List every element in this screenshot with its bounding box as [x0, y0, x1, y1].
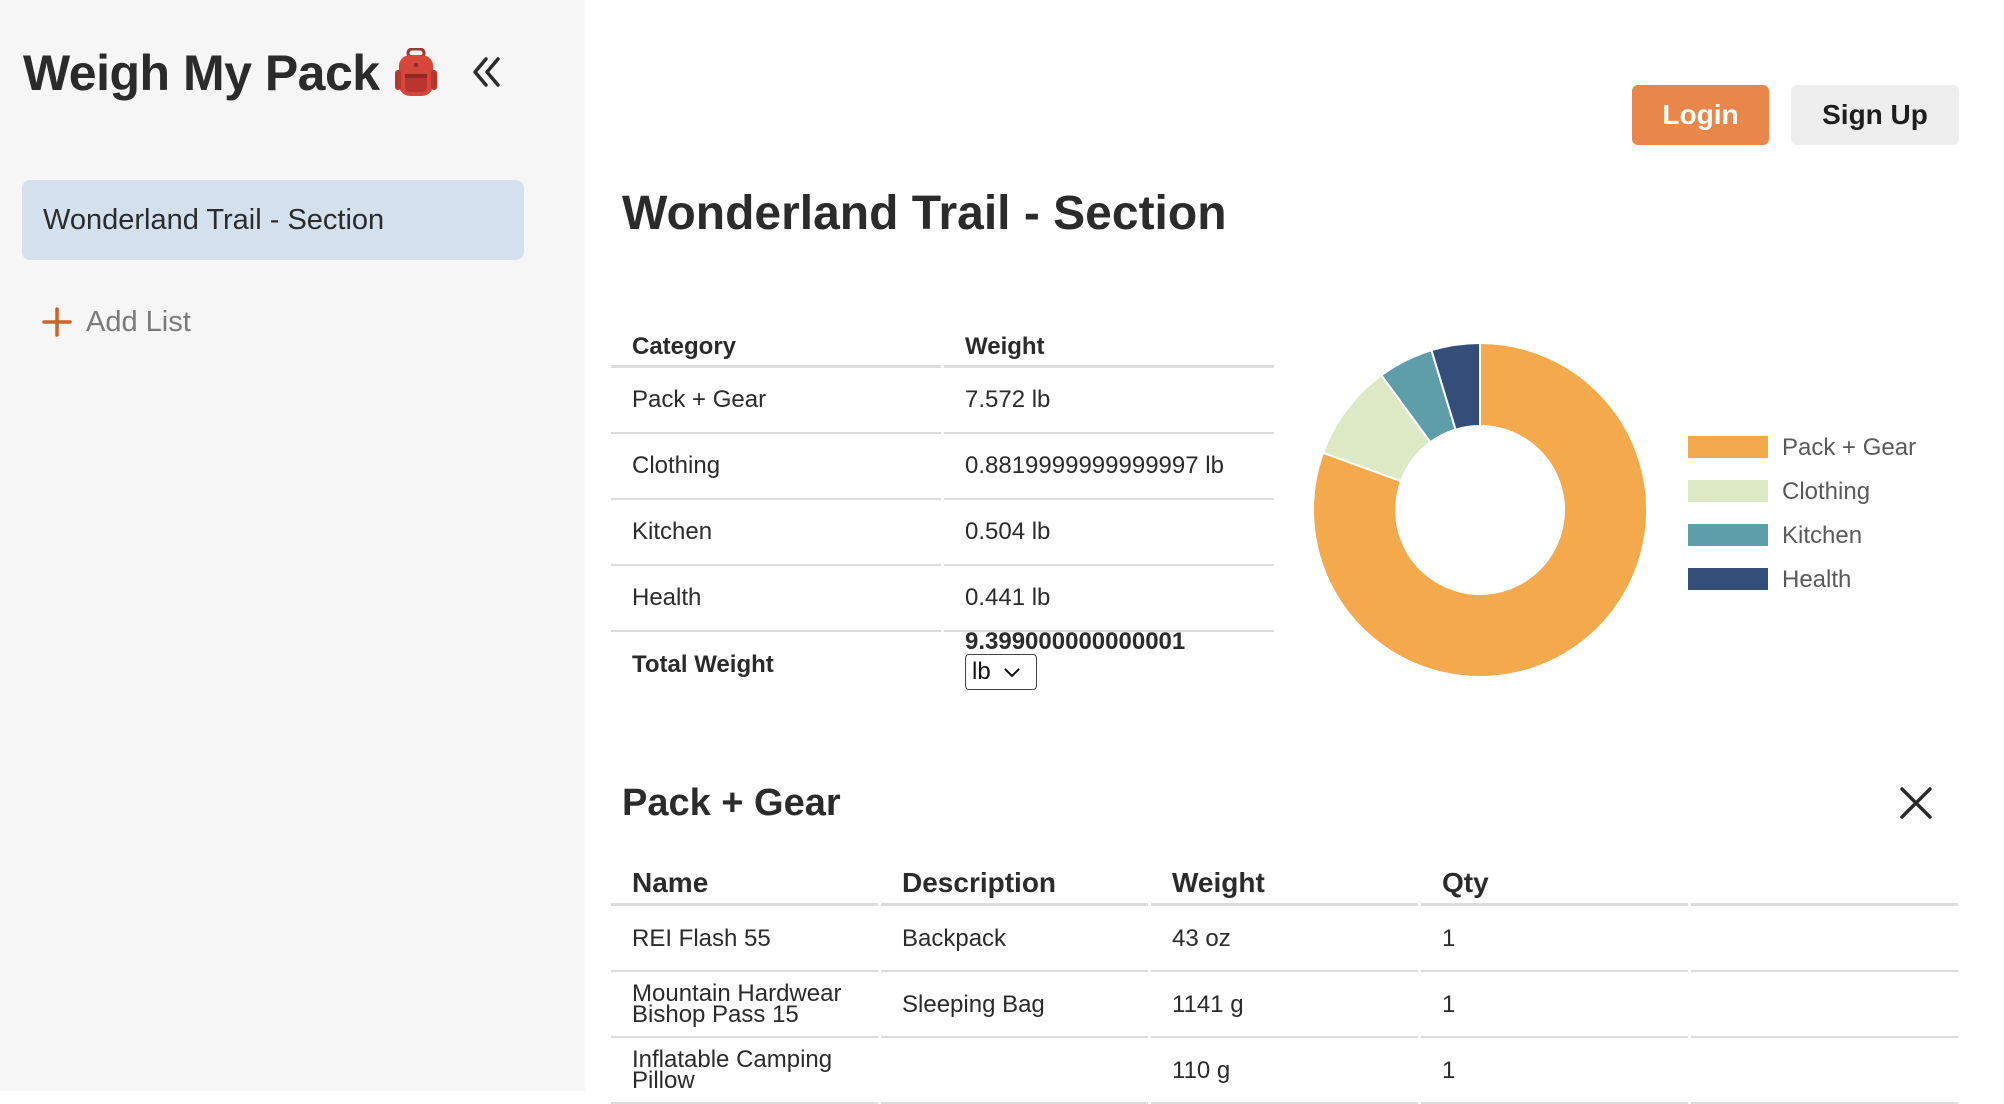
total-weight-cell: 9.399000000000001 lb [944, 628, 1274, 698]
table-row[interactable]: Clothing 0.8819999999999997 lb [611, 434, 1274, 500]
item-description-cell[interactable]: Backpack [881, 906, 1148, 972]
sidebar-list-item-wonderland[interactable]: Wonderland Trail - Section [22, 180, 524, 260]
column-header-description: Description [881, 862, 1148, 906]
category-cell: Health [611, 566, 941, 632]
section-title: Pack + Gear [622, 782, 841, 824]
legend-swatch [1688, 524, 1768, 546]
total-weight-value: 9.399000000000001 [965, 628, 1186, 655]
item-description-cell[interactable]: Sleeping Bag [881, 972, 1148, 1038]
add-list-label: Add List [86, 305, 191, 338]
total-row: Total Weight 9.399000000000001 lb [611, 628, 1274, 698]
category-donut-chart: Pack + Gear Clothing Kitchen Health [1312, 341, 1916, 678]
item-weight-cell[interactable]: 110 g [1151, 1038, 1418, 1104]
collapse-sidebar-button[interactable] [462, 48, 510, 96]
table-header-row: Name Description Weight Qty [611, 862, 1958, 906]
chart-legend: Pack + Gear Clothing Kitchen Health [1688, 434, 1916, 593]
unit-select-value: lb [972, 658, 991, 685]
signup-button[interactable]: Sign Up [1791, 85, 1959, 145]
item-actions-cell [1691, 1038, 1958, 1104]
page-title: Wonderland Trail - Section [622, 187, 1227, 240]
add-list-button[interactable]: Add List [42, 300, 191, 344]
item-actions-cell [1691, 906, 1958, 972]
legend-label: Kitchen [1782, 522, 1862, 549]
plus-icon [42, 307, 72, 337]
legend-swatch [1688, 568, 1768, 590]
column-header-category: Category [611, 325, 941, 368]
close-icon [1900, 787, 1932, 819]
legend-swatch [1688, 436, 1768, 458]
category-cell: Kitchen [611, 500, 941, 566]
column-header-actions [1691, 862, 1958, 906]
item-weight-cell[interactable]: 1141 g [1151, 972, 1418, 1038]
category-summary-table: Category Weight Pack + Gear 7.572 lb Clo… [608, 325, 1277, 698]
login-button[interactable]: Login [1632, 85, 1769, 145]
category-cell: Pack + Gear [611, 368, 941, 434]
column-header-weight: Weight [944, 325, 1274, 368]
items-table: Name Description Weight Qty REI Flash 55… [608, 862, 1961, 1104]
item-name-cell[interactable]: REI Flash 55 [611, 906, 878, 972]
item-weight-cell[interactable]: 43 oz [1151, 906, 1418, 972]
item-qty-cell[interactable]: 1 [1421, 906, 1688, 972]
item-name-cell[interactable]: Mountain Hardwear Bishop Pass 15 [611, 972, 878, 1038]
item-description-cell[interactable] [881, 1038, 1148, 1104]
table-row[interactable]: Inflatable Camping Pillow 110 g 1 [611, 1038, 1958, 1104]
table-row[interactable]: REI Flash 55 Backpack 43 oz 1 [611, 906, 1958, 972]
column-header-qty: Qty [1421, 862, 1688, 906]
legend-label: Health [1782, 566, 1851, 593]
legend-swatch [1688, 480, 1768, 502]
category-cell: Clothing [611, 434, 941, 500]
table-row[interactable]: Pack + Gear 7.572 lb [611, 368, 1274, 434]
item-actions-cell [1691, 972, 1958, 1038]
app-title-text: Weigh My Pack [23, 45, 380, 101]
sidebar-list-item-label: Wonderland Trail - Section [43, 203, 385, 236]
chart-slices [1312, 341, 1648, 678]
chevron-down-icon [1003, 668, 1020, 678]
legend-label: Pack + Gear [1782, 434, 1916, 461]
app-title: Weigh My Pack [23, 44, 438, 102]
unit-select[interactable]: lb [965, 654, 1037, 690]
backpack-icon [394, 48, 437, 96]
total-weight-label: Total Weight [632, 651, 774, 678]
table-row[interactable]: Mountain Hardwear Bishop Pass 15 Sleepin… [611, 972, 1958, 1038]
weight-cell: 0.441 lb [944, 566, 1274, 632]
weight-cell: 7.572 lb [944, 368, 1274, 434]
column-header-weight: Weight [1151, 862, 1418, 906]
table-row[interactable]: Kitchen 0.504 lb [611, 500, 1274, 566]
legend-label: Clothing [1782, 478, 1870, 505]
weight-cell: 0.504 lb [944, 500, 1274, 566]
table-row[interactable]: Health 0.441 lb [611, 566, 1274, 632]
item-qty-cell[interactable]: 1 [1421, 972, 1688, 1038]
column-header-name: Name [611, 862, 878, 906]
sidebar: Weigh My Pack Wonderland Trail - Section… [0, 0, 585, 1091]
item-qty-cell[interactable]: 1 [1421, 1038, 1688, 1104]
close-section-button[interactable] [1893, 780, 1939, 826]
weight-cell: 0.8819999999999997 lb [944, 434, 1274, 500]
double-chevron-left-icon [473, 57, 500, 87]
table-header-row: Category Weight [611, 325, 1274, 368]
item-name-cell[interactable]: Inflatable Camping Pillow [611, 1038, 878, 1104]
